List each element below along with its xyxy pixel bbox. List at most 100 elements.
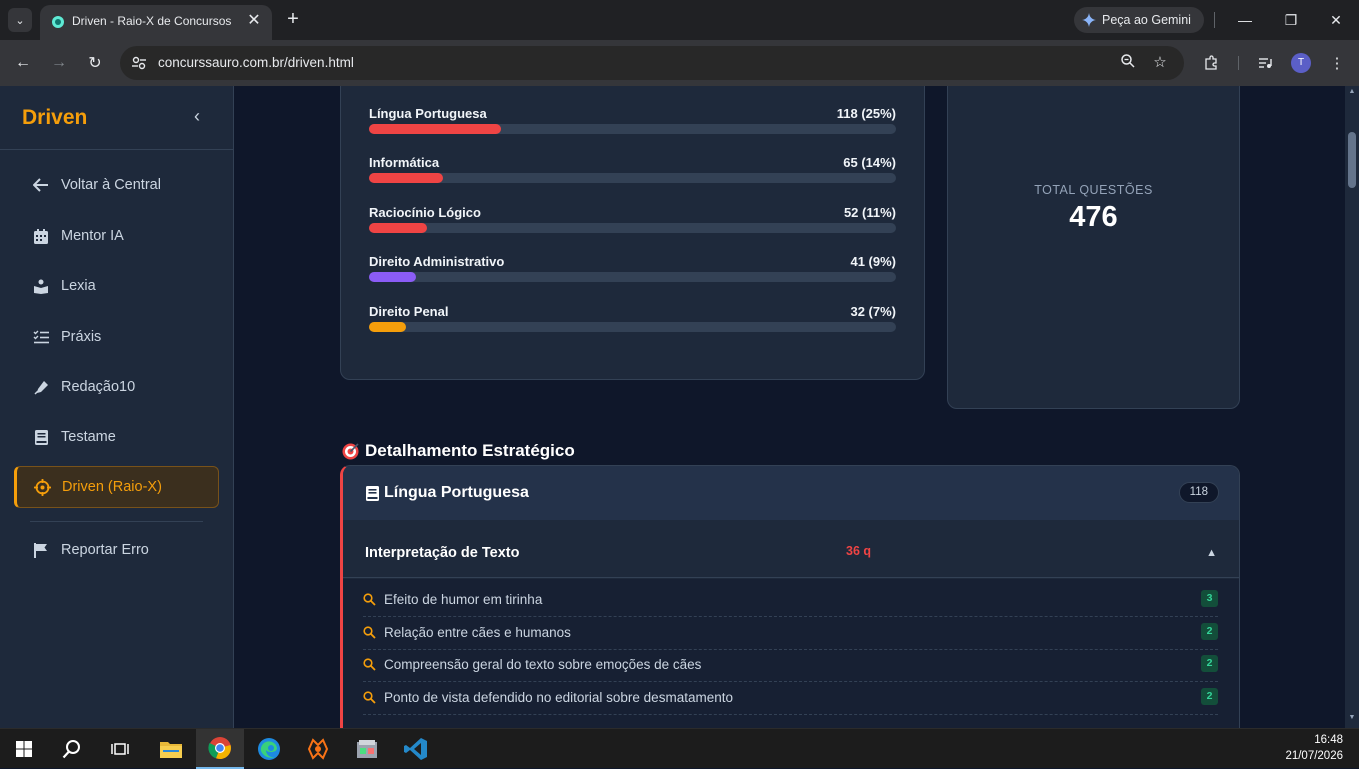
- stack-app-icon: [357, 740, 377, 758]
- bookmark-star-icon[interactable]: ☆: [1150, 53, 1170, 73]
- progress-fill: [369, 173, 443, 183]
- address-bar[interactable]: concurssauro.com.br/driven.html ☆: [120, 46, 1184, 80]
- scrollbar-thumb[interactable]: [1348, 132, 1356, 188]
- topic-name: Interpretação de Texto: [365, 545, 520, 561]
- extensions-icon[interactable]: [1200, 52, 1222, 74]
- sidebar-item-reportar[interactable]: Reportar Erro: [14, 529, 219, 571]
- sidebar-item-mentor[interactable]: Mentor IA: [14, 215, 219, 257]
- sidebar-item-testame[interactable]: Testame: [14, 416, 219, 458]
- subject-value: 52 (11%): [843, 205, 896, 220]
- minimize-button[interactable]: —: [1222, 0, 1268, 40]
- page-scrollbar[interactable]: ▲ ▼: [1345, 86, 1359, 728]
- sidebar-item-praxis[interactable]: Práxis: [14, 316, 219, 358]
- subject-value: 65 (14%): [843, 155, 896, 170]
- collapse-sidebar-icon[interactable]: ‹: [186, 106, 208, 127]
- profile-avatar[interactable]: T: [1291, 53, 1311, 73]
- new-tab-button[interactable]: +: [282, 8, 304, 30]
- gemini-label: Peça ao Gemini: [1102, 13, 1191, 27]
- sidebar-item-redacao10[interactable]: Redação10: [14, 366, 219, 408]
- subject-name: Língua Portuguesa: [369, 106, 487, 121]
- flag-icon: [32, 541, 50, 559]
- progress-track: [369, 173, 896, 183]
- sidebar-item-label: Voltar à Central: [61, 177, 161, 193]
- search-icon: [363, 626, 376, 639]
- collapse-triangle-icon[interactable]: ▲: [1206, 547, 1217, 559]
- progress-fill: [369, 223, 427, 233]
- scroll-up-icon[interactable]: ▲: [1347, 88, 1357, 95]
- sidebar-item-lexia[interactable]: Lexia: [14, 265, 219, 307]
- subject-name: Direito Penal: [369, 304, 449, 319]
- browser-tab-strip: ⌄ Driven - Raio-X de Concursos ✕ + Peça …: [0, 0, 1359, 40]
- edge-icon: [258, 738, 280, 760]
- orange-app-icon: [307, 738, 329, 760]
- chrome-app[interactable]: [196, 729, 244, 769]
- vscode-app[interactable]: [392, 729, 440, 769]
- search-icon: [363, 593, 376, 606]
- subject-value: 41 (9%): [850, 254, 896, 269]
- close-window-button[interactable]: ✕: [1313, 0, 1359, 40]
- subtopic-item[interactable]: Efeito de humor em tirinha 3: [363, 585, 1218, 617]
- search-icon: [363, 658, 376, 671]
- main-content: Língua Portuguesa 118 (25%) Informática …: [234, 86, 1345, 728]
- start-button[interactable]: [0, 729, 48, 769]
- close-tab-icon[interactable]: ✕: [244, 11, 264, 31]
- subject-name: Raciocínio Lógico: [369, 205, 481, 220]
- subtopic-count: 3: [1201, 590, 1218, 607]
- topic-count: 36 q: [846, 544, 872, 558]
- media-control-icon[interactable]: [1254, 52, 1276, 74]
- chevron-down-icon: ⌄: [15, 14, 25, 27]
- app-sidebar: Driven ‹ Voltar à Central Mentor IA Lexi…: [0, 86, 234, 728]
- file-explorer-app[interactable]: [147, 729, 195, 769]
- section-title: Detalhamento Estratégico: [342, 441, 575, 461]
- edge-app[interactable]: [245, 729, 293, 769]
- scroll-down-icon[interactable]: ▼: [1347, 714, 1357, 721]
- subject-value: 118 (25%): [836, 106, 896, 121]
- app-orange-icon[interactable]: [294, 729, 342, 769]
- sidebar-item-label: Práxis: [61, 329, 102, 345]
- search-taskbar-button[interactable]: [48, 729, 96, 769]
- browser-menu-icon[interactable]: ⋮: [1326, 52, 1348, 74]
- sidebar-item-label: Testame: [61, 429, 116, 445]
- total-label: TOTAL QUESTÕES: [1034, 183, 1153, 197]
- divider: [30, 521, 203, 522]
- target-icon: [342, 442, 359, 459]
- subtopic-item[interactable]: Ponto de vista defendido no editorial so…: [363, 683, 1218, 715]
- subtopic-item[interactable]: Relação entre cães e humanos 2: [363, 618, 1218, 650]
- site-settings-icon[interactable]: [130, 54, 148, 72]
- system-clock[interactable]: 16:48 21/07/2026: [1285, 732, 1343, 764]
- restore-button[interactable]: ❐: [1268, 0, 1314, 40]
- reload-button[interactable]: ↻: [81, 49, 109, 77]
- folder-icon: [160, 742, 182, 758]
- subject-header[interactable]: Língua Portuguesa 118: [343, 466, 1239, 520]
- arrow-left-icon: [32, 176, 50, 194]
- subtopic-text: Efeito de humor em tirinha: [384, 592, 543, 607]
- progress-fill: [369, 322, 406, 332]
- task-view-button[interactable]: [96, 729, 144, 769]
- search-icon: [62, 740, 80, 759]
- browser-tab[interactable]: Driven - Raio-X de Concursos ✕: [40, 5, 272, 40]
- windows-taskbar: 16:48 21/07/2026: [0, 728, 1359, 769]
- subtopic-count: 2: [1201, 688, 1218, 705]
- subtopic-count: 2: [1201, 623, 1218, 640]
- zoom-icon[interactable]: [1118, 53, 1138, 73]
- clock-time: 16:48: [1314, 734, 1343, 746]
- dinosaur-favicon-icon: [52, 16, 64, 28]
- sidebar-item-label: Driven (Raio-X): [62, 479, 162, 495]
- subtopic-item[interactable]: Compreensão geral do texto sobre emoções…: [363, 650, 1218, 682]
- subject-value: 32 (7%): [850, 304, 896, 319]
- subtopic-text: Ponto de vista defendido no editorial so…: [384, 690, 733, 705]
- subject-count-badge: 118: [1178, 482, 1219, 503]
- divider: [0, 149, 234, 150]
- book-icon: [32, 428, 50, 446]
- total-value: 476: [1069, 201, 1118, 233]
- sidebar-item-driven[interactable]: Driven (Raio-X): [14, 466, 219, 508]
- sidebar-item-voltar[interactable]: Voltar à Central: [14, 164, 219, 206]
- tab-search-button[interactable]: ⌄: [8, 8, 32, 32]
- forward-button[interactable]: →: [45, 49, 73, 77]
- app-stack-icon[interactable]: [343, 729, 391, 769]
- gemini-button[interactable]: Peça ao Gemini: [1074, 7, 1204, 33]
- topic-header[interactable]: Interpretação de Texto 36 q ▲: [343, 520, 1239, 578]
- book-icon: [366, 485, 379, 501]
- back-button[interactable]: ←: [9, 49, 37, 77]
- progress-track: [369, 322, 896, 332]
